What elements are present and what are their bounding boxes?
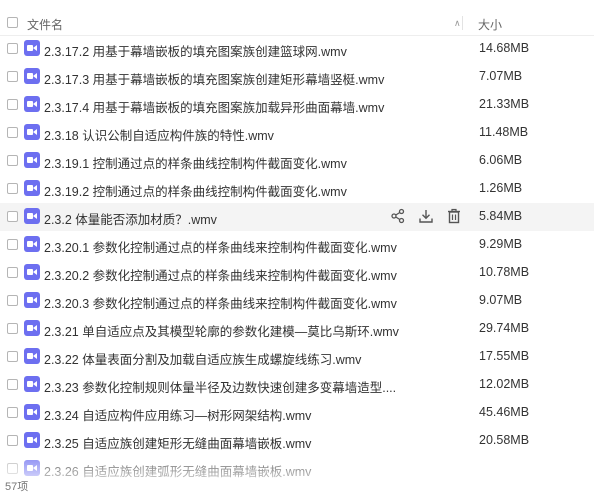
file-name[interactable]: 2.3.19.2 控制通过点的样条曲线控制构件截面变化.wmv bbox=[44, 181, 347, 200]
file-row[interactable]: 2.3.19.2 控制通过点的样条曲线控制构件截面变化.wmv 1.26MB bbox=[0, 175, 594, 203]
row-checkbox[interactable] bbox=[7, 295, 18, 306]
video-file-icon bbox=[24, 264, 40, 280]
file-name[interactable]: 2.3.17.3 用基于幕墙嵌板的填充图案族创建矩形幕墙竖梃.wmv bbox=[44, 69, 384, 88]
file-row[interactable]: 2.3.19.1 控制通过点的样条曲线控制构件截面变化.wmv 6.06MB bbox=[0, 147, 594, 175]
file-row[interactable]: 2.3.20.2 参数化控制通过点的样条曲线来控制构件截面变化.wmv 10.78… bbox=[0, 259, 594, 287]
file-row[interactable]: 2.3.17.2 用基于幕墙嵌板的填充图案族创建篮球网.wmv 14.68MB bbox=[0, 35, 594, 63]
row-checkbox[interactable] bbox=[7, 183, 18, 194]
file-name[interactable]: 2.3.22 体量表面分割及加载自适应族生成螺旋线练习.wmv bbox=[44, 349, 361, 368]
video-file-icon bbox=[24, 376, 40, 392]
file-row[interactable]: 2.3.20.3 参数化控制通过点的样条曲线来控制构件截面变化.wmv 9.07M… bbox=[0, 287, 594, 315]
column-header-size[interactable]: 大小 bbox=[478, 16, 502, 33]
row-checkbox[interactable] bbox=[7, 99, 18, 110]
video-file-icon bbox=[24, 292, 40, 308]
file-size: 20.58MB bbox=[479, 433, 530, 447]
file-size: 7.07MB bbox=[479, 69, 523, 83]
file-size: 10.78MB bbox=[479, 265, 530, 279]
file-size: 6.06MB bbox=[479, 153, 523, 167]
file-row[interactable]: 2.3.17.4 用基于幕墙嵌板的填充图案族加载异形曲面幕墙.wmv 21.33M… bbox=[0, 91, 594, 119]
video-file-icon bbox=[24, 124, 40, 140]
video-file-icon bbox=[24, 208, 40, 224]
row-checkbox[interactable] bbox=[7, 323, 18, 334]
file-name[interactable]: 2.3.2 体量能否添加材质？.wmv bbox=[44, 209, 217, 228]
column-header-filename[interactable]: 文件名 bbox=[27, 16, 63, 33]
file-size: 11.48MB bbox=[479, 125, 529, 139]
file-size: 5.84MB bbox=[479, 209, 523, 223]
file-row[interactable]: 2.3.22 体量表面分割及加载自适应族生成螺旋线练习.wmv 17.55MB bbox=[0, 343, 594, 371]
file-name[interactable]: 2.3.18 认识公制自适应构件族的特性.wmv bbox=[44, 125, 274, 144]
file-size: 14.68MB bbox=[479, 41, 530, 55]
file-size: 29.74MB bbox=[479, 321, 530, 335]
trash-icon[interactable] bbox=[446, 208, 462, 224]
file-size: 17.55MB bbox=[479, 349, 530, 363]
file-name[interactable]: 2.3.20.2 参数化控制通过点的样条曲线来控制构件截面变化.wmv bbox=[44, 265, 397, 284]
file-name[interactable]: 2.3.20.3 参数化控制通过点的样条曲线来控制构件截面变化.wmv bbox=[44, 293, 397, 312]
video-file-icon bbox=[24, 40, 40, 56]
row-checkbox[interactable] bbox=[7, 267, 18, 278]
video-file-icon bbox=[24, 68, 40, 84]
file-name[interactable]: 2.3.23 参数化控制规则体量半径及边数快速创建多变幕墙造型.... bbox=[44, 377, 396, 396]
row-checkbox[interactable] bbox=[7, 211, 18, 222]
row-checkbox[interactable] bbox=[7, 435, 18, 446]
file-name[interactable]: 2.3.21 单自适应点及其模型轮廓的参数化建模—莫比乌斯环.wmv bbox=[44, 321, 399, 340]
file-size: 1.26MB bbox=[479, 181, 523, 195]
file-row[interactable]: 2.3.25 自适应族创建矩形无缝曲面幕墙嵌板.wmv 20.58MB bbox=[0, 427, 594, 455]
file-size: 21.33MB bbox=[479, 97, 530, 111]
file-size: 9.07MB bbox=[479, 293, 523, 307]
file-row[interactable]: 2.3.2 体量能否添加材质？.wmv 5.84MB bbox=[0, 203, 594, 231]
video-file-icon bbox=[24, 180, 40, 196]
video-file-icon bbox=[24, 152, 40, 168]
file-name[interactable]: 2.3.25 自适应族创建矩形无缝曲面幕墙嵌板.wmv bbox=[44, 433, 311, 452]
row-checkbox[interactable] bbox=[7, 239, 18, 250]
row-checkbox[interactable] bbox=[7, 71, 18, 82]
file-size: 45.46MB bbox=[479, 405, 530, 419]
file-row[interactable]: 2.3.18 认识公制自适应构件族的特性.wmv 11.48MB bbox=[0, 119, 594, 147]
file-name[interactable]: 2.3.20.1 参数化控制通过点的样条曲线来控制构件截面变化.wmv bbox=[44, 237, 397, 256]
file-size: 12.02MB bbox=[479, 377, 530, 391]
file-row[interactable]: 2.3.23 参数化控制规则体量半径及边数快速创建多变幕墙造型.... 12.02… bbox=[0, 371, 594, 399]
row-checkbox[interactable] bbox=[7, 127, 18, 138]
row-checkbox[interactable] bbox=[7, 351, 18, 362]
row-checkbox[interactable] bbox=[7, 43, 18, 54]
sort-caret-up-icon[interactable]: ∧ bbox=[454, 18, 461, 29]
row-checkbox[interactable] bbox=[7, 407, 18, 418]
video-file-icon bbox=[24, 236, 40, 252]
file-name[interactable]: 2.3.17.4 用基于幕墙嵌板的填充图案族加载异形曲面幕墙.wmv bbox=[44, 97, 384, 116]
file-row[interactable]: 2.3.17.3 用基于幕墙嵌板的填充图案族创建矩形幕墙竖梃.wmv 7.07MB bbox=[0, 63, 594, 91]
video-file-icon bbox=[24, 96, 40, 112]
video-file-icon bbox=[24, 320, 40, 336]
row-checkbox[interactable] bbox=[7, 379, 18, 390]
video-file-icon bbox=[24, 432, 40, 448]
file-list-header: 文件名 ∧ 大小 bbox=[0, 12, 594, 36]
share-icon[interactable] bbox=[390, 208, 406, 224]
file-row[interactable]: 2.3.24 自适应构件应用练习—树形网架结构.wmv 45.46MB bbox=[0, 399, 594, 427]
file-row[interactable]: 2.3.20.1 参数化控制通过点的样条曲线来控制构件截面变化.wmv 9.29M… bbox=[0, 231, 594, 259]
video-file-icon bbox=[24, 404, 40, 420]
video-file-icon bbox=[24, 348, 40, 364]
select-all-checkbox[interactable] bbox=[7, 17, 18, 28]
file-size: 9.29MB bbox=[479, 237, 523, 251]
item-count: 57项 bbox=[5, 481, 29, 493]
file-name[interactable]: 2.3.17.2 用基于幕墙嵌板的填充图案族创建篮球网.wmv bbox=[44, 41, 347, 60]
download-icon[interactable] bbox=[418, 208, 434, 224]
list-fade-overlay bbox=[0, 456, 594, 490]
column-divider bbox=[462, 16, 463, 30]
file-name[interactable]: 2.3.24 自适应构件应用练习—树形网架结构.wmv bbox=[44, 405, 311, 424]
row-checkbox[interactable] bbox=[7, 155, 18, 166]
file-row[interactable]: 2.3.21 单自适应点及其模型轮廓的参数化建模—莫比乌斯环.wmv 29.74M… bbox=[0, 315, 594, 343]
file-name[interactable]: 2.3.19.1 控制通过点的样条曲线控制构件截面变化.wmv bbox=[44, 153, 347, 172]
